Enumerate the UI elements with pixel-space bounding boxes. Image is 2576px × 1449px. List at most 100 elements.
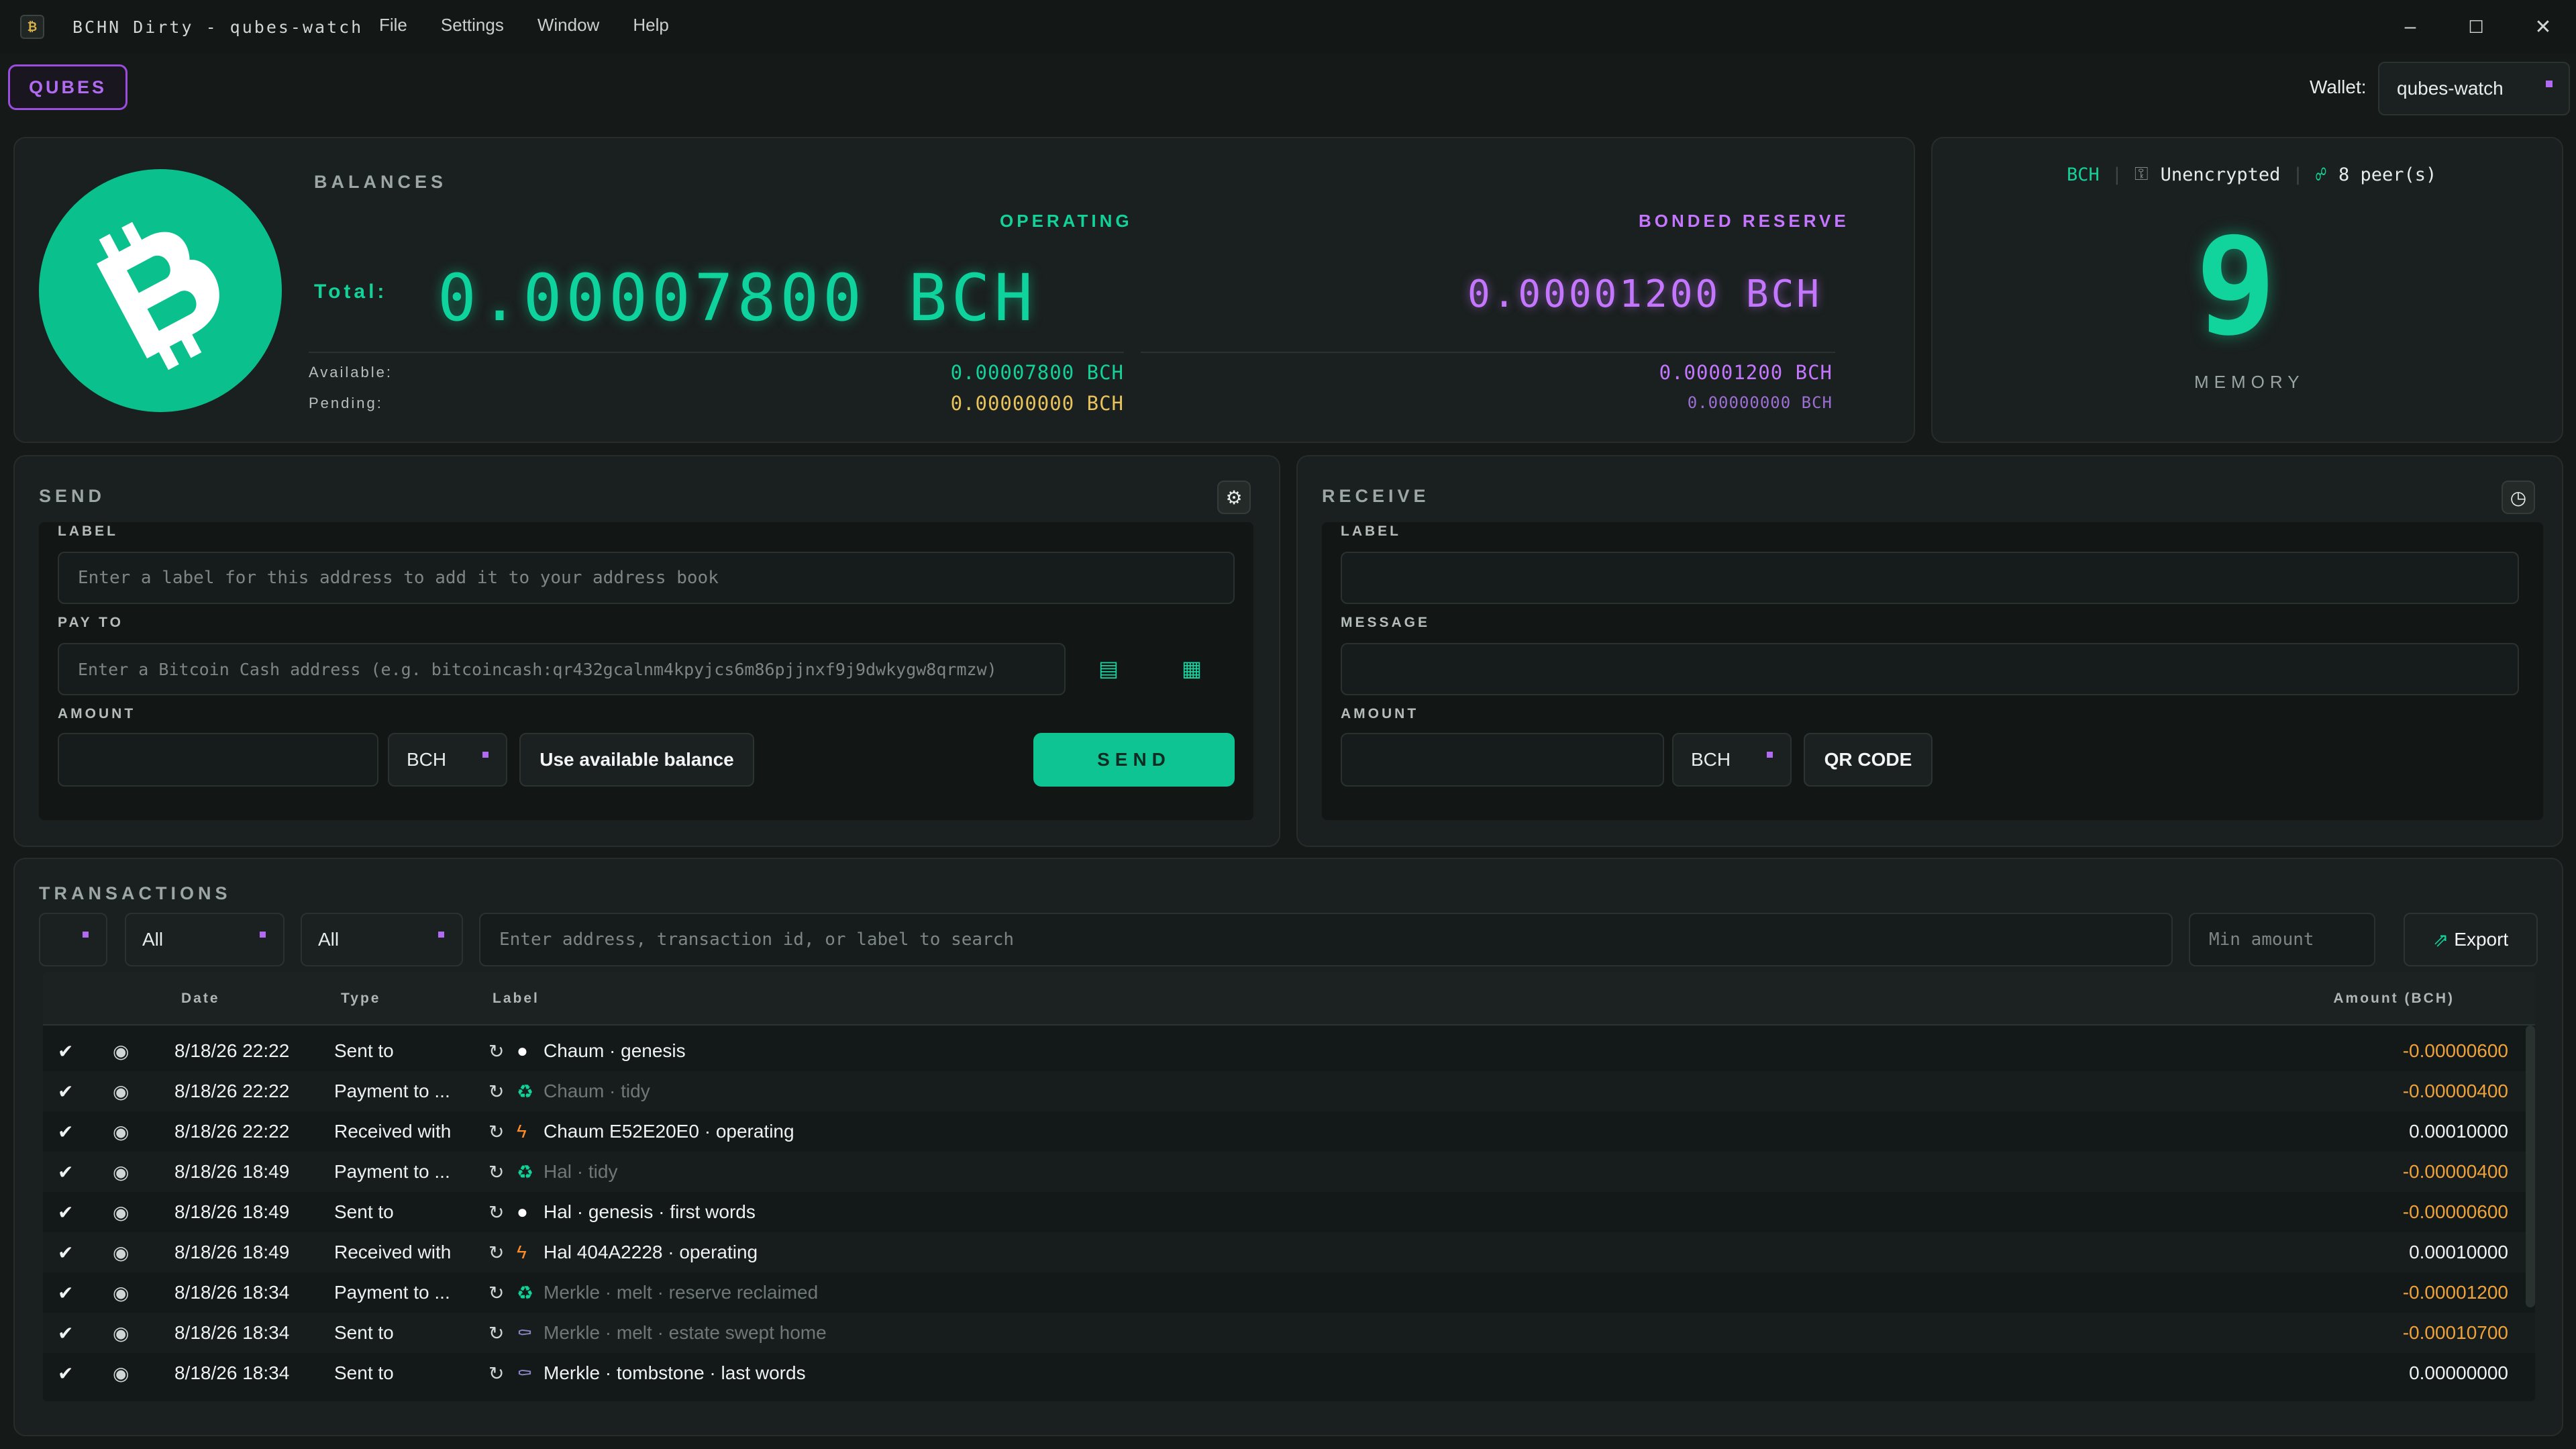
date-filter-select[interactable]: All [301, 913, 463, 966]
receive-label-input[interactable] [1341, 552, 2519, 604]
bonded-reserve-header: BONDED RESERVE [1639, 211, 1849, 231]
peer-count: 8 peer(s) [2338, 164, 2437, 185]
row-label: Merkle · tombstone · last words [544, 1362, 806, 1383]
pay-to-input[interactable]: Enter a Bitcoin Cash address (e.g. bitco… [58, 643, 1066, 695]
receive-amount-input[interactable] [1341, 733, 1664, 787]
message-input[interactable] [1341, 643, 2519, 695]
link-icon: ↻ [488, 1202, 505, 1223]
table-row[interactable]: ✔ ◉ 8/18/26 22:22 Sent to ↻ ● Chaum · genesis -… [43, 1031, 2535, 1071]
watch-eye-icon: ◉ [113, 1283, 130, 1303]
column-amount[interactable]: Amount (BCH) [2333, 991, 2455, 1007]
column-type[interactable]: Type [341, 991, 380, 1007]
table-row[interactable]: ✔ ◉ 8/18/26 18:49 Received with ↻ ϟ Hal 404A22… [43, 1232, 2535, 1272]
menu-file[interactable]: File [379, 15, 407, 36]
minimize-icon[interactable]: – [2390, 12, 2430, 42]
message-label: MESSAGE [1341, 615, 1431, 630]
pending-reserve-value: 0.00000000 BCH [1687, 393, 1833, 412]
column-label[interactable]: Label [493, 991, 539, 1007]
menu-help[interactable]: Help [633, 15, 668, 36]
tombstone-icon: ⚰ [517, 1363, 533, 1384]
confirmed-check-icon: ✔ [58, 1121, 74, 1142]
recycle-icon: ♻ [517, 1283, 534, 1303]
link-icon: ↻ [488, 1081, 505, 1102]
row-type: Sent to [334, 1362, 394, 1383]
send-label-input[interactable]: Enter a label for this address to add it… [58, 552, 1235, 604]
confirmed-check-icon: ✔ [58, 1202, 74, 1223]
wallet-select[interactable]: qubes-watch [2378, 62, 2570, 115]
menu-bar: File Settings Window Help [379, 15, 669, 36]
pay-to-label: PAY TO [58, 615, 123, 630]
watch-eye-icon: ◉ [113, 1081, 130, 1102]
total-operating-value: 0.00007800 BCH [437, 260, 1037, 336]
recycle-icon: ♻ [517, 1162, 534, 1183]
balance-divider [1141, 352, 1835, 353]
window-title: BCHN Dirty - qubes-watch [72, 17, 364, 37]
dropdown-indicator-icon [2546, 81, 2553, 87]
row-date: 8/18/26 18:49 [174, 1201, 290, 1222]
type-filter-value: All [142, 929, 164, 950]
column-date[interactable]: Date [181, 991, 220, 1007]
menu-settings[interactable]: Settings [441, 15, 504, 36]
row-date: 8/18/26 18:34 [174, 1362, 290, 1383]
menu-window[interactable]: Window [537, 15, 599, 36]
history-clock-icon[interactable]: ◷ [2502, 481, 2535, 514]
bolt-icon: ϟ [517, 1242, 527, 1262]
link-icon: ↻ [488, 1242, 505, 1263]
export-button[interactable]: ⇗ Export [2404, 913, 2538, 966]
min-amount-input[interactable]: Min amount [2189, 913, 2375, 966]
watch-eye-icon: ◉ [113, 1202, 130, 1223]
memory-label: MEMORY [2194, 372, 2305, 392]
link-icon: ↻ [488, 1363, 505, 1384]
address-book-icon[interactable]: ▤ [1095, 655, 1122, 682]
dropdown-indicator-icon [1767, 752, 1773, 758]
row-label: Chaum · genesis [544, 1040, 686, 1061]
row-amount: 0.00000000 [2409, 1362, 2508, 1383]
receive-title: RECEIVE [1322, 486, 1430, 506]
send-button[interactable]: SEND [1033, 733, 1235, 787]
status-filter-select[interactable] [39, 913, 107, 966]
transaction-search-input[interactable]: Enter address, transaction id, or label … [479, 913, 2173, 966]
use-available-balance-button[interactable]: Use available balance [519, 733, 754, 787]
send-unit-select[interactable]: BCH [388, 733, 507, 787]
table-row[interactable]: ✔ ◉ 8/18/26 18:34 Payment to ... ↻ ♻ Merkle · … [43, 1272, 2535, 1313]
row-label: Hal · tidy [544, 1161, 618, 1182]
receive-unit-select[interactable]: BCH [1672, 733, 1792, 787]
available-operating-value: 0.00007800 BCH [950, 361, 1124, 384]
total-label: Total: [314, 281, 388, 303]
total-reserve-value: 0.00001200 BCH [1467, 272, 1822, 316]
confirmed-check-icon: ✔ [58, 1363, 74, 1384]
row-label: Merkle · melt · reserve reclaimed [544, 1282, 819, 1303]
row-amount: -0.00001200 [2402, 1282, 2508, 1303]
table-scrollbar[interactable] [2526, 1026, 2535, 1307]
table-row[interactable]: ✔ ◉ 8/18/26 22:22 Received with ↻ ϟ Chaum E52E… [43, 1111, 2535, 1152]
row-date: 8/18/26 18:34 [174, 1322, 290, 1343]
confirmed-check-icon: ✔ [58, 1283, 74, 1303]
unlock-icon: ⚿ [2134, 164, 2149, 185]
close-icon[interactable]: ✕ [2523, 12, 2563, 42]
qubes-button[interactable]: QUBES [8, 64, 127, 110]
qr-code-button[interactable]: QR CODE [1804, 733, 1933, 787]
table-row[interactable]: ✔ ◉ 8/18/26 18:34 Sent to ↻ ⚰ Merkle · melt · … [43, 1313, 2535, 1353]
row-date: 8/18/26 18:49 [174, 1161, 290, 1182]
confirmed-check-icon: ✔ [58, 1041, 74, 1062]
send-label-field-label: LABEL [58, 523, 118, 539]
table-row[interactable]: ✔ ◉ 8/18/26 22:22 Payment to ... ↻ ♻ Chaum · t… [43, 1071, 2535, 1111]
maximize-icon[interactable]: ☐ [2456, 12, 2496, 42]
paste-clipboard-icon[interactable]: ▦ [1178, 655, 1205, 682]
send-amount-input[interactable] [58, 733, 378, 787]
row-label: Hal 404A2228 · operating [544, 1242, 758, 1262]
status-line: BCH | ⚿ Unencrypted | ☍ 8 peer(s) [2067, 164, 2437, 185]
table-row[interactable]: ✔ ◉ 8/18/26 18:49 Payment to ... ↻ ♻ Hal · tid… [43, 1152, 2535, 1192]
type-filter-select[interactable]: All [125, 913, 285, 966]
link-icon: ↻ [488, 1162, 505, 1183]
peers-icon: ☍ [2315, 164, 2326, 185]
table-row[interactable]: ✔ ◉ 8/18/26 18:49 Sent to ↻ ● Hal · genesis · … [43, 1192, 2535, 1232]
encryption-status: Unencrypted [2160, 164, 2281, 185]
send-amount-label: AMOUNT [58, 706, 136, 721]
dropdown-indicator-icon [260, 932, 266, 938]
tombstone-icon: ⚰ [517, 1323, 533, 1344]
table-row[interactable]: ✔ ◉ 8/18/26 18:34 Sent to ↻ ⚰ Merkle · tombsto… [43, 1353, 2535, 1393]
table-header: Date Type Label Amount (BCH) [43, 972, 2535, 1026]
row-date: 8/18/26 18:34 [174, 1282, 290, 1303]
settings-gear-icon[interactable]: ⚙ [1217, 481, 1251, 514]
